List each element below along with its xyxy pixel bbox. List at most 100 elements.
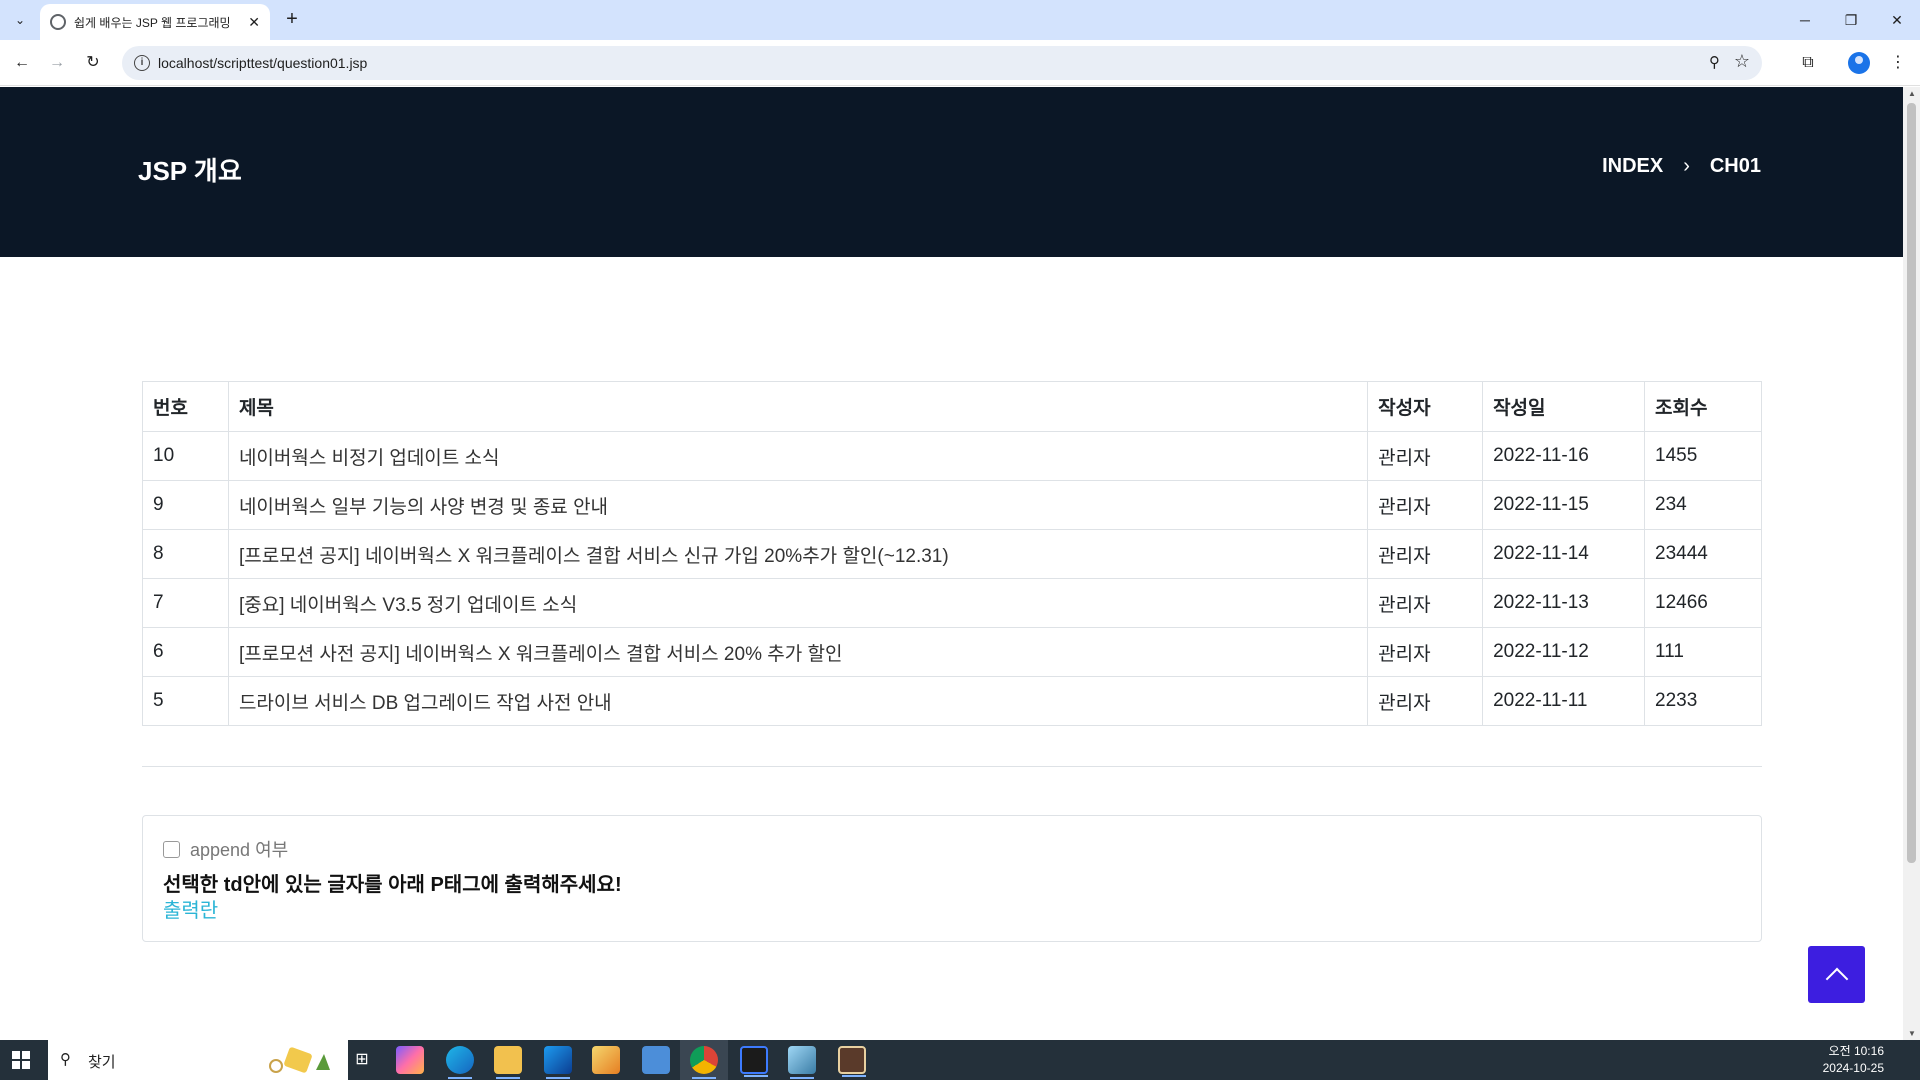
new-tab-button[interactable]: +	[280, 8, 304, 32]
table-row: 10 네이버웍스 비정기 업데이트 소식 관리자 2022-11-16 1455	[142, 431, 1762, 481]
cell-title[interactable]: 네이버웍스 일부 기능의 사양 변경 및 종료 안내	[227, 480, 1369, 530]
search-icon: ⚲	[60, 1051, 71, 1068]
settings-app-icon[interactable]	[838, 1046, 866, 1077]
chevron-right-icon: ›	[1683, 155, 1690, 177]
cell-no[interactable]: 5	[142, 676, 229, 726]
profile-avatar-icon[interactable]	[1848, 52, 1870, 74]
cell-author[interactable]: 관리자	[1367, 529, 1484, 579]
reload-icon[interactable]: ↻	[79, 49, 107, 77]
table-row: 6 [프로모션 사전 공지] 네이버웍스 X 워크플레이스 결합 서비스 20%…	[142, 627, 1762, 677]
table-row: 9 네이버웍스 일부 기능의 사양 변경 및 종료 안내 관리자 2022-11…	[142, 480, 1762, 530]
globe-icon	[50, 14, 66, 30]
tab-search-icon[interactable]: ⌄	[8, 8, 32, 32]
cell-title[interactable]: [프로모션 사전 공지] 네이버웍스 X 워크플레이스 결합 서비스 20% 추…	[227, 627, 1369, 677]
tab-title: 쉽게 배우는 JSP 웹 프로그래밍	[74, 15, 231, 30]
append-checkbox[interactable]	[163, 840, 180, 858]
section-divider	[142, 766, 1762, 767]
output-paragraph: 출력란	[163, 900, 219, 922]
append-option[interactable]: append 여부	[163, 836, 288, 862]
cell-title[interactable]: 드라이브 서비스 DB 업그레이드 작업 사전 안내	[227, 676, 1369, 726]
clock-time: 오전 10:16	[1828, 1044, 1884, 1058]
breadcrumb-current: CH01	[1709, 155, 1761, 177]
cell-no[interactable]: 8	[142, 529, 229, 579]
table-header-row: 번호 제목 작성자 작성일 조회수	[142, 381, 1762, 432]
table-row: 5 드라이브 서비스 DB 업그레이드 작업 사전 안내 관리자 2022-11…	[142, 676, 1762, 726]
cell-author[interactable]: 관리자	[1367, 578, 1484, 628]
system-clock[interactable]: 오전 10:16 2024-10-25	[1823, 1043, 1884, 1077]
append-label: append 여부	[190, 840, 289, 860]
scroll-down-icon[interactable]: ▼	[1908, 1029, 1916, 1038]
cell-date[interactable]: 2022-11-15	[1482, 480, 1645, 530]
cell-views[interactable]: 12466	[1644, 578, 1762, 628]
cell-date[interactable]: 2022-11-13	[1482, 578, 1645, 628]
forward-arrow-icon[interactable]: →	[43, 49, 71, 77]
task-view-icon[interactable]: ⊞	[348, 1046, 376, 1074]
windows-start-icon[interactable]	[12, 1051, 30, 1069]
file-explorer-icon[interactable]	[494, 1046, 522, 1079]
page-scrollbar[interactable]: ▲ ▼	[1903, 87, 1920, 1040]
tab-close-icon[interactable]: ✕	[248, 14, 260, 31]
restore-button[interactable]: ❐	[1828, 0, 1874, 40]
chevron-up-icon	[1825, 967, 1848, 990]
cell-no[interactable]: 6	[142, 627, 229, 677]
windows-taskbar: ⚲ 찾기 ⊞ 오전 10:16 2024-10-25	[0, 1040, 1920, 1080]
cell-no[interactable]: 7	[142, 578, 229, 628]
cell-title[interactable]: 네이버웍스 비정기 업데이트 소식	[227, 431, 1369, 481]
bookmark-star-icon[interactable]: ☆	[1734, 51, 1750, 72]
cell-views[interactable]: 23444	[1644, 529, 1762, 579]
cell-author[interactable]: 관리자	[1367, 431, 1484, 481]
cell-views[interactable]: 1455	[1644, 431, 1762, 481]
page-header-banner: JSP 개요 INDEX › CH01	[0, 87, 1903, 257]
scroll-up-icon[interactable]: ▲	[1908, 89, 1916, 98]
cell-title[interactable]: [중요] 네이버웍스 V3.5 정기 업데이트 소식	[227, 578, 1369, 628]
browser-tab[interactable]: 쉽게 배우는 JSP 웹 프로그래밍 ✕	[40, 4, 270, 40]
cell-date[interactable]: 2022-11-11	[1482, 676, 1645, 726]
cell-title[interactable]: [프로모션 공지] 네이버웍스 X 워크플레이스 결합 서비스 신규 가입 20…	[227, 529, 1369, 579]
intellij-icon[interactable]	[740, 1046, 768, 1077]
chrome-browser-icon[interactable]	[690, 1046, 718, 1079]
cell-date[interactable]: 2022-11-14	[1482, 529, 1645, 579]
cell-views[interactable]: 2233	[1644, 676, 1762, 726]
close-window-button[interactable]: ✕	[1874, 0, 1920, 40]
output-panel: append 여부 선택한 td안에 있는 글자를 아래 P태그에 출력해주세요…	[142, 815, 1762, 942]
scroll-to-top-button[interactable]	[1808, 946, 1865, 1003]
cell-author[interactable]: 관리자	[1367, 627, 1484, 677]
scrollbar-thumb[interactable]	[1907, 103, 1916, 863]
breadcrumb-index-link[interactable]: INDEX	[1602, 155, 1663, 178]
browser-tab-strip: ⌄ 쉽게 배우는 JSP 웹 프로그래밍 ✕ + ─ ❐ ✕	[0, 0, 1920, 40]
cell-date[interactable]: 2022-11-16	[1482, 431, 1645, 481]
minimize-button[interactable]: ─	[1782, 0, 1828, 40]
clock-date: 2024-10-25	[1822, 1061, 1884, 1075]
extensions-puzzle-icon[interactable]: ⧉	[1794, 49, 1822, 77]
cell-views[interactable]: 234	[1644, 480, 1762, 530]
cell-no[interactable]: 10	[142, 431, 229, 481]
cell-no[interactable]: 9	[142, 480, 229, 530]
cell-author[interactable]: 관리자	[1367, 676, 1484, 726]
back-arrow-icon[interactable]: ←	[8, 49, 36, 77]
url-text[interactable]: localhost/scripttest/question01.jsp	[158, 55, 367, 71]
header-author: 작성자	[1367, 381, 1484, 432]
address-bar[interactable]: i localhost/scripttest/question01.jsp ⚲ …	[122, 46, 1762, 80]
table-row: 7 [중요] 네이버웍스 V3.5 정기 업데이트 소식 관리자 2022-11…	[142, 578, 1762, 628]
notepad-icon[interactable]	[788, 1046, 816, 1079]
zoom-icon[interactable]: ⚲	[1709, 53, 1720, 71]
edge-browser-icon[interactable]	[446, 1046, 474, 1079]
snipping-tool-icon[interactable]	[642, 1046, 670, 1074]
cell-author[interactable]: 관리자	[1367, 480, 1484, 530]
cell-views[interactable]: 111	[1644, 627, 1762, 677]
search-highlight-icon	[269, 1047, 330, 1073]
site-info-icon[interactable]: i	[134, 55, 150, 71]
header-date: 작성일	[1482, 381, 1645, 432]
more-menu-icon[interactable]: ⋮	[1884, 49, 1912, 77]
taskbar-search[interactable]: ⚲ 찾기	[48, 1040, 348, 1080]
vscode-like-icon[interactable]	[544, 1046, 572, 1079]
copilot-icon[interactable]	[396, 1046, 424, 1074]
notice-table: 번호 제목 작성자 작성일 조회수 10 네이버웍스 비정기 업데이트 소식 관…	[142, 381, 1762, 726]
page-title: JSP 개요	[138, 156, 242, 186]
pencil-app-icon[interactable]	[592, 1046, 620, 1074]
header-title: 제목	[227, 381, 1369, 432]
cell-date[interactable]: 2022-11-12	[1482, 627, 1645, 677]
header-no: 번호	[142, 381, 229, 432]
instruction-text: 선택한 td안에 있는 글자를 아래 P태그에 출력해주세요!	[163, 874, 622, 896]
table-row: 8 [프로모션 공지] 네이버웍스 X 워크플레이스 결합 서비스 신규 가입 …	[142, 529, 1762, 579]
